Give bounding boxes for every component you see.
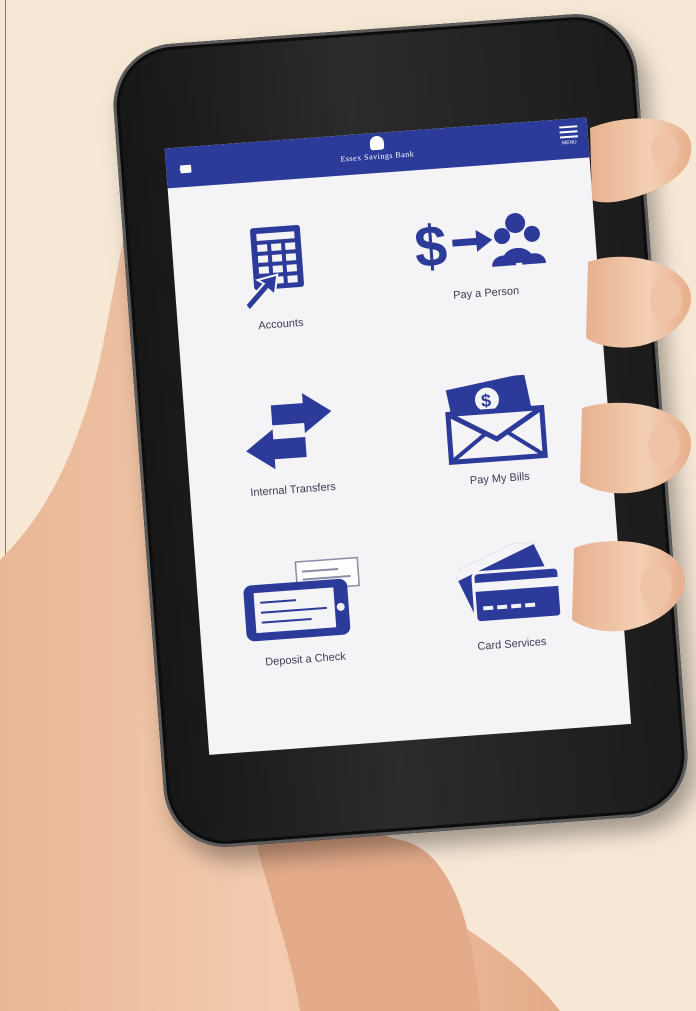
svg-text:$: $ — [412, 213, 449, 280]
svg-text:$: $ — [480, 390, 491, 411]
transfer-arrows-icon — [246, 393, 332, 470]
mobile-check-deposit-icon — [243, 556, 361, 642]
bill-envelope-icon: $ — [445, 373, 548, 466]
tile-label: Internal Transfers — [249, 480, 337, 500]
tile-accounts[interactable]: Accounts — [179, 216, 376, 338]
bank-seal-icon — [368, 135, 384, 151]
hamburger-bar — [559, 130, 578, 134]
tile-label: Accounts — [257, 316, 304, 333]
tile-pay-my-bills[interactable]: $ Pay My Bills — [398, 370, 595, 492]
credit-cards-icon — [453, 540, 564, 625]
tile-card-services[interactable]: Card Services — [410, 538, 607, 658]
tile-label: Card Services — [477, 635, 547, 653]
tile-pay-a-person[interactable]: $ Pay a Person — [385, 201, 581, 307]
ledger-grid-icon — [244, 225, 304, 312]
dollar-to-people-icon: $ — [412, 213, 547, 280]
tile-deposit-a-check[interactable]: Deposit a Check — [203, 553, 400, 673]
hamburger-bar — [559, 135, 578, 139]
tile-label: Pay My Bills — [469, 470, 531, 488]
phone: Essex Savings Bank MENU Accounts $ Pay a… — [109, 9, 692, 852]
tile-internal-transfers[interactable]: Internal Transfers — [191, 385, 388, 503]
hamburger-menu-icon — [559, 125, 578, 129]
phone-screen: Essex Savings Bank MENU Accounts $ Pay a… — [164, 117, 632, 755]
menu-button[interactable]: MENU — [557, 122, 581, 147]
tile-label: Pay a Person — [452, 284, 520, 302]
tile-label: Deposit a Check — [264, 650, 347, 669]
